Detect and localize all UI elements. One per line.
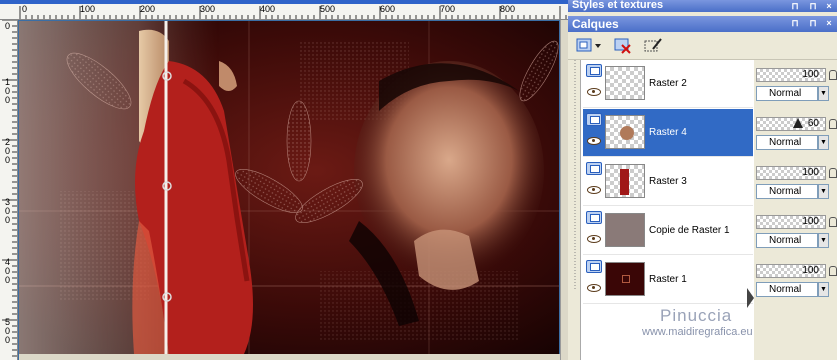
layer-thumbnail — [605, 164, 645, 198]
document-window: 0 100 200 300 400 500 600 700 800 0 1 0 … — [0, 0, 568, 360]
ruler-label: 3 0 0 — [5, 197, 11, 225]
paintbrush-icon — [644, 38, 662, 52]
close-icon[interactable]: × — [824, 18, 834, 29]
opacity-slider[interactable]: 100 — [756, 68, 826, 82]
layer-row-raster-4[interactable]: Raster 4 — [583, 109, 753, 157]
layer-props-raster-4: 60 Normal ▼ — [754, 109, 837, 157]
pin-icon[interactable]: ⊓ — [790, 1, 800, 12]
chevron-down-icon[interactable]: ▼ — [818, 86, 829, 101]
thumbnail-content — [620, 169, 629, 195]
opacity-slider[interactable]: 60 — [756, 117, 826, 131]
ruler-label: 5 0 0 — [5, 317, 11, 345]
opacity-slider-knob[interactable] — [793, 118, 803, 128]
layer-thumbnail — [605, 213, 645, 247]
chevron-down-icon[interactable]: ▼ — [818, 233, 829, 248]
lock-icon[interactable] — [829, 70, 837, 80]
canvas-vertical-scrollbar[interactable] — [560, 20, 568, 360]
watermark-text: Pinuccia — [660, 306, 733, 325]
blend-mode-select[interactable]: Normal — [756, 233, 818, 248]
layer-name: Raster 3 — [649, 176, 687, 187]
blend-mode-select[interactable]: Normal — [756, 135, 818, 150]
layer-properties-column: 100 Normal ▼ 60 Normal ▼ 100 Normal ▼ 10… — [754, 60, 837, 360]
layer-thumbnail — [605, 262, 645, 296]
watermark-url: www.maidiregrafica.eu — [642, 326, 753, 338]
image-canvas[interactable] — [19, 21, 559, 354]
lock-icon[interactable] — [829, 217, 837, 227]
blend-mode-select[interactable]: Normal — [756, 282, 818, 297]
layer-properties-button[interactable] — [642, 36, 664, 56]
raster-layer-icon — [586, 162, 602, 175]
raster-layer-icon — [586, 211, 602, 224]
visibility-eye-icon[interactable] — [587, 137, 601, 145]
ruler-label: 1 0 0 — [5, 77, 11, 105]
opacity-slider[interactable]: 100 — [756, 264, 826, 278]
ruler-ticks — [2, 20, 17, 357]
layer-row-raster-3[interactable]: Raster 3 — [583, 158, 753, 206]
ruler-label: 4 0 0 — [5, 257, 11, 285]
styles-panel-title[interactable]: Styles et textures ⊓ ⊓ × — [568, 0, 837, 12]
delete-layer-button[interactable] — [612, 36, 632, 56]
lock-icon[interactable] — [829, 266, 837, 276]
styles-panel-title-text: Styles et textures — [572, 0, 664, 11]
blend-mode-select[interactable]: Normal — [756, 86, 818, 101]
layers-toolbar — [568, 32, 837, 60]
visibility-eye-icon[interactable] — [587, 88, 601, 96]
close-icon[interactable]: × — [824, 1, 834, 12]
new-layer-button[interactable] — [574, 36, 602, 56]
layer-name: Raster 2 — [649, 78, 687, 89]
raster-layer-icon — [586, 260, 602, 273]
chevron-down-icon[interactable]: ▼ — [818, 282, 829, 297]
layer-thumbnail — [605, 115, 645, 149]
pin-icon[interactable]: ⊓ — [790, 18, 800, 29]
layers-panel-title-text: Calques — [572, 17, 619, 31]
layer-props-copie-de-raster-1: 100 Normal ▼ — [754, 207, 837, 255]
new-layer-icon — [576, 38, 601, 52]
opacity-value: 60 — [807, 118, 819, 129]
vertical-ruler: 0 1 0 0 2 0 0 3 0 0 4 0 0 5 0 0 — [0, 20, 18, 360]
opacity-slider[interactable]: 100 — [756, 166, 826, 180]
layer-thumbnail — [605, 66, 645, 100]
layer-props-raster-2: 100 Normal ▼ — [754, 60, 837, 108]
lock-icon[interactable] — [829, 168, 837, 178]
layer-name: Raster 1 — [649, 274, 687, 285]
pin-icon[interactable]: ⊓ — [808, 1, 818, 12]
canvas-horizontal-scrollbar[interactable] — [19, 354, 560, 360]
layers-panel-title[interactable]: Calques ⊓ ⊓ × — [568, 16, 837, 32]
visibility-eye-icon[interactable] — [587, 186, 601, 194]
layer-row-copie-de-raster-1[interactable]: Copie de Raster 1 — [583, 207, 753, 255]
raster-layer-icon — [586, 113, 602, 126]
chevron-down-icon[interactable]: ▼ — [818, 135, 829, 150]
blend-mode-select[interactable]: Normal — [756, 184, 818, 199]
horizontal-ruler: 0 100 200 300 400 500 600 700 800 — [0, 4, 568, 20]
layer-row-raster-1[interactable]: Raster 1 — [583, 256, 753, 304]
layer-props-raster-3: 100 Normal ▼ — [754, 158, 837, 206]
visibility-eye-icon[interactable] — [587, 235, 601, 243]
opacity-value: 100 — [802, 265, 819, 276]
opacity-value: 100 — [802, 69, 819, 80]
pin-icon[interactable]: ⊓ — [808, 18, 818, 29]
raster-layer-icon — [586, 64, 602, 77]
opacity-value: 100 — [802, 216, 819, 227]
layer-row-raster-2[interactable]: Raster 2 — [583, 60, 753, 108]
opacity-slider[interactable]: 100 — [756, 215, 826, 229]
chevron-down-icon[interactable]: ▼ — [818, 184, 829, 199]
delete-layer-icon — [614, 38, 631, 54]
thumbnail-content — [622, 275, 630, 283]
opacity-value: 100 — [802, 167, 819, 178]
ruler-ticks — [19, 6, 567, 19]
ruler-label: 2 0 0 — [5, 137, 11, 165]
layer-name: Copie de Raster 1 — [649, 225, 730, 236]
visibility-eye-icon[interactable] — [587, 284, 601, 292]
layer-props-raster-1: 100 Normal ▼ — [754, 256, 837, 304]
ruler-label: 0 — [5, 21, 11, 31]
layer-name: Raster 4 — [649, 127, 687, 138]
layer-tree-lines — [574, 60, 576, 290]
canvas-artwork — [19, 21, 559, 354]
thumbnail-content — [620, 126, 634, 140]
lock-icon[interactable] — [829, 119, 837, 129]
